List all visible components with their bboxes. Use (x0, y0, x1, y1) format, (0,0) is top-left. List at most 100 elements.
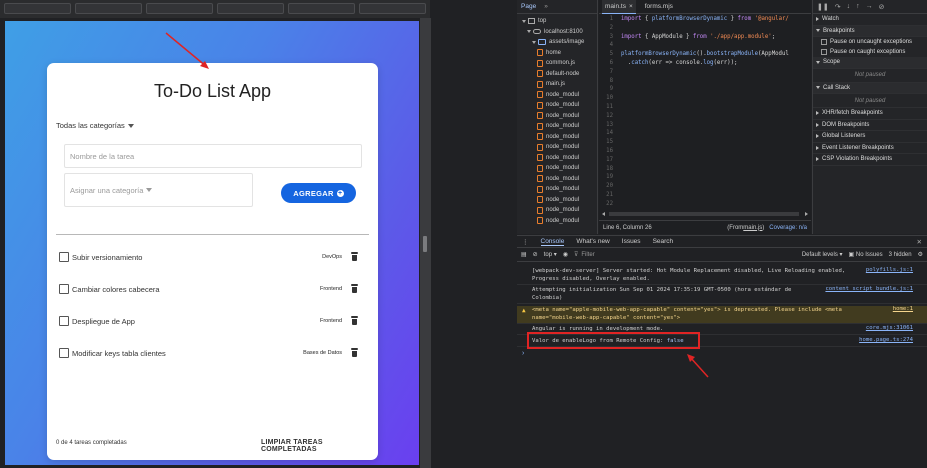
tree-item[interactable]: node_modul (517, 163, 597, 174)
toolbar-field[interactable] (359, 3, 426, 14)
line-number[interactable]: 21 (599, 192, 613, 201)
tab-whats-new[interactable]: What's new (576, 238, 609, 245)
tree-item[interactable]: node_modul (517, 142, 597, 153)
code-line[interactable]: 2 (599, 25, 811, 34)
tree-item[interactable]: node_modul (517, 216, 597, 227)
tree-item[interactable]: node_modul (517, 184, 597, 195)
task-checkbox[interactable] (59, 252, 69, 262)
pause-icon[interactable]: ❚❚ (817, 3, 829, 11)
filter-input[interactable]: ⊽ Filter (574, 250, 742, 260)
tree-item[interactable]: localhost:8100 (517, 27, 597, 38)
trash-icon[interactable] (350, 252, 359, 262)
section-xhr-breakpoints[interactable]: XHR/fetch Breakpoints (813, 108, 927, 120)
gear-icon[interactable]: ⚙ (918, 251, 923, 258)
line-number[interactable]: 19 (599, 174, 613, 183)
panel-splitter[interactable] (420, 18, 431, 468)
tree-item[interactable]: node_modul (517, 121, 597, 132)
toolbar-field[interactable] (146, 3, 213, 14)
task-name-input[interactable]: Nombre de la tarea (64, 144, 362, 168)
tree-item[interactable]: default-node (517, 69, 597, 80)
category-filter-select[interactable]: Todas las categorías (56, 121, 134, 130)
tree-item[interactable]: node_modul (517, 205, 597, 216)
section-csp-violation-breakpoints[interactable]: CSP Violation Breakpoints (813, 154, 927, 166)
line-number[interactable]: 14 (599, 130, 613, 139)
message-source-link[interactable]: home:1 (893, 306, 913, 314)
message-source-link[interactable]: content script bundle.js:1 (825, 286, 913, 294)
section-global-listeners[interactable]: Global Listeners (813, 131, 927, 143)
more-tabs-icon[interactable]: » (544, 3, 548, 10)
section-watch[interactable]: Watch (813, 14, 927, 26)
deactivate-breakpoints-icon[interactable]: ⊘ (879, 3, 885, 11)
tab-issues[interactable]: Issues (622, 238, 641, 245)
section-breakpoints[interactable]: Breakpoints (813, 25, 927, 37)
message-source-link[interactable]: home.page.ts:274 (859, 337, 913, 345)
line-number[interactable]: 20 (599, 183, 613, 192)
section-call-stack[interactable]: Call Stack (813, 82, 927, 94)
tab-search[interactable]: Search (653, 238, 674, 245)
close-icon[interactable]: × (629, 3, 633, 10)
section-dom-breakpoints[interactable]: DOM Breakpoints (813, 120, 927, 131)
line-number[interactable]: 10 (599, 95, 613, 104)
code-line[interactable]: 1 import { platformBrowserDynamic } from … (599, 16, 811, 25)
code-line[interactable]: 15 (599, 139, 811, 148)
step-over-icon[interactable]: ↷ (835, 3, 841, 11)
task-checkbox[interactable] (59, 316, 69, 326)
tree-item[interactable]: node_modul (517, 132, 597, 143)
tab-console[interactable]: Console (540, 238, 565, 246)
pause-uncaught-checkbox[interactable]: Pause on uncaught exceptions (813, 37, 927, 47)
section-event-listener-breakpoints[interactable]: Event Listener Breakpoints (813, 143, 927, 154)
tree-item[interactable]: home (517, 48, 597, 59)
code-line[interactable]: 7 (599, 69, 811, 78)
code-line[interactable]: 21 (599, 192, 811, 201)
tree-item[interactable]: node_modul (517, 100, 597, 111)
code-line[interactable]: 17 (599, 157, 811, 166)
levels-select[interactable]: Default levels ▾ (802, 251, 843, 258)
trash-icon[interactable] (350, 284, 359, 294)
tree-item[interactable]: common.js (517, 58, 597, 69)
sidebar-toggle-icon[interactable]: ▤ (521, 251, 527, 258)
tab-main-ts[interactable]: main.ts × (602, 0, 636, 14)
line-number[interactable]: 9 (599, 86, 613, 95)
code-line[interactable]: 3 import { AppModule } from './app/app.mo… (599, 34, 811, 43)
drawer-menu-icon[interactable]: ⋮ (522, 238, 529, 246)
coverage-status[interactable]: Coverage: n/a (769, 225, 807, 231)
code-line[interactable]: 20 (599, 183, 811, 192)
line-number[interactable]: 3 (599, 34, 613, 43)
line-number[interactable]: 11 (599, 104, 613, 113)
tab-page[interactable]: Page (521, 3, 536, 10)
line-number[interactable]: 2 (599, 25, 613, 34)
clear-completed-button[interactable]: LIMPIAR TAREAS COMPLETADAS (261, 439, 378, 453)
line-number[interactable]: 8 (599, 78, 613, 87)
toolbar-field[interactable] (75, 3, 142, 14)
assign-category-select[interactable]: Asignar una categoría (64, 173, 253, 207)
add-task-button[interactable]: AGREGAR + (281, 183, 356, 203)
code-line[interactable]: 14 (599, 130, 811, 139)
line-number[interactable]: 7 (599, 69, 613, 78)
step-into-icon[interactable]: ↓ (847, 3, 851, 10)
line-number[interactable]: 5 (599, 51, 613, 60)
code-line[interactable]: 4 (599, 42, 811, 51)
code-line[interactable]: 18 (599, 166, 811, 175)
message-source-link[interactable]: polyfills.js:1 (866, 267, 913, 275)
toolbar-field[interactable] (4, 3, 71, 14)
splitter-grip[interactable] (423, 236, 427, 252)
horizontal-scrollbar[interactable] (599, 210, 811, 218)
tree-item[interactable]: node_modul (517, 174, 597, 185)
tree-item[interactable]: node_modul (517, 111, 597, 122)
line-number[interactable]: 13 (599, 122, 613, 131)
task-checkbox[interactable] (59, 284, 69, 294)
tree-item[interactable]: node_modul (517, 90, 597, 101)
trash-icon[interactable] (350, 348, 359, 358)
tree-item[interactable]: node_modul (517, 153, 597, 164)
tree-item[interactable]: main.js (517, 79, 597, 90)
code-lines[interactable]: 1 import { platformBrowserDynamic } from … (599, 14, 811, 210)
step-out-icon[interactable]: ↑ (856, 3, 860, 10)
line-number[interactable]: 15 (599, 139, 613, 148)
line-number[interactable]: 16 (599, 148, 613, 157)
message-source-link[interactable]: core.mjs:31061 (866, 325, 913, 333)
line-number[interactable]: 12 (599, 113, 613, 122)
task-checkbox[interactable] (59, 348, 69, 358)
section-scope[interactable]: Scope (813, 57, 927, 69)
issues-button[interactable]: ▣ No Issues (849, 251, 883, 258)
context-select[interactable]: top ▾ (544, 251, 557, 258)
